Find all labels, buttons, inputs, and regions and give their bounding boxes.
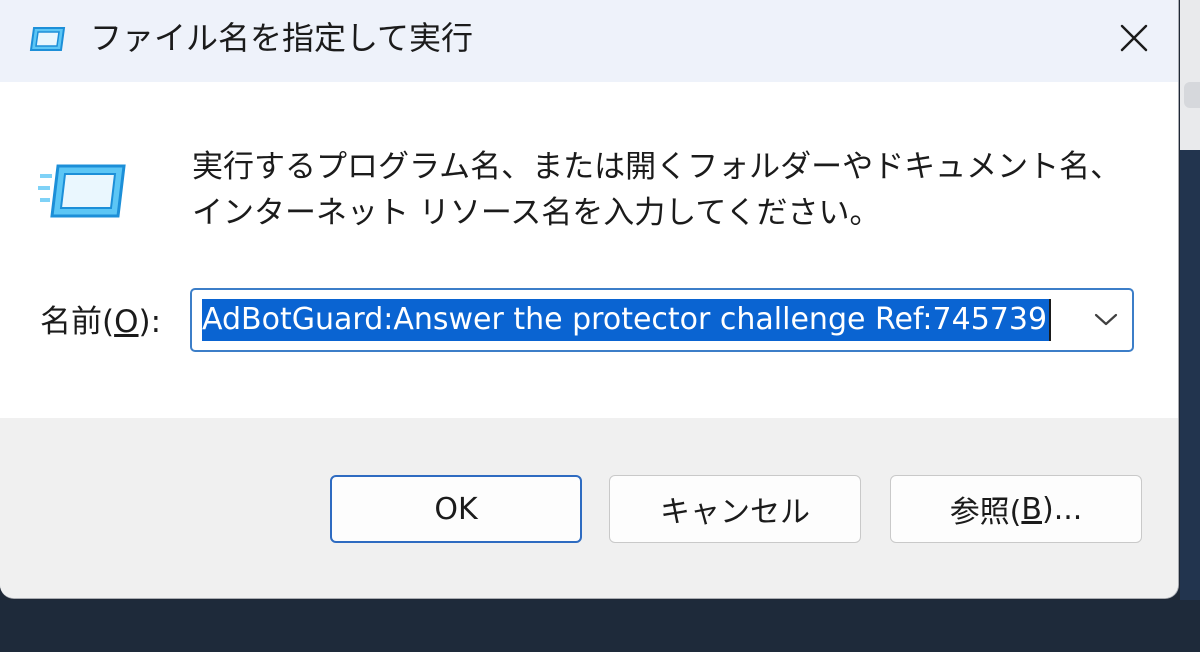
- run-icon: [28, 22, 68, 56]
- browse-label-accelerator: B: [1021, 491, 1042, 527]
- close-button[interactable]: [1106, 12, 1162, 64]
- name-combobox[interactable]: AdBotGuard:Answer the protector challeng…: [190, 288, 1134, 352]
- name-label-accelerator: O: [114, 304, 139, 340]
- chevron-down-icon: [1094, 313, 1118, 326]
- run-icon: [38, 160, 130, 222]
- instruction-text: 実行するプログラム名、または開くフォルダーやドキュメント名、インターネット リソ…: [192, 149, 1122, 231]
- dialog-content: 実行するプログラム名、または開くフォルダーやドキュメント名、インターネット リソ…: [0, 82, 1178, 418]
- window-title: ファイル名を指定して実行: [90, 19, 474, 57]
- name-label-prefix: 名前(: [40, 304, 115, 340]
- close-icon: [1120, 24, 1148, 52]
- button-bar: OK キャンセル 参照(B)...: [0, 418, 1178, 598]
- desktop-wallpaper: [1180, 150, 1200, 630]
- dropdown-button[interactable]: [1088, 304, 1124, 336]
- desktop-background: [1180, 0, 1200, 150]
- browse-label-prefix: 参照(: [949, 495, 1022, 530]
- run-dialog: ファイル名を指定して実行 実行するプログラム名、または開くフォルダーやドキュメン…: [0, 0, 1179, 599]
- desktop-taskbar-area: [0, 600, 1200, 652]
- selected-text[interactable]: AdBotGuard:Answer the protector challeng…: [202, 299, 1050, 341]
- name-input[interactable]: AdBotGuard:Answer the protector challeng…: [202, 299, 1074, 341]
- name-label-suffix: ):: [138, 304, 162, 340]
- cancel-button[interactable]: キャンセル: [609, 475, 861, 543]
- browse-label-suffix: )...: [1042, 491, 1083, 527]
- name-label: 名前(O):: [40, 300, 161, 344]
- ok-button[interactable]: OK: [330, 475, 582, 543]
- text-caret: [1049, 299, 1052, 341]
- desktop-window-edge: [1184, 82, 1200, 108]
- title-bar[interactable]: ファイル名を指定して実行: [0, 0, 1178, 82]
- browse-button[interactable]: 参照(B)...: [890, 475, 1142, 543]
